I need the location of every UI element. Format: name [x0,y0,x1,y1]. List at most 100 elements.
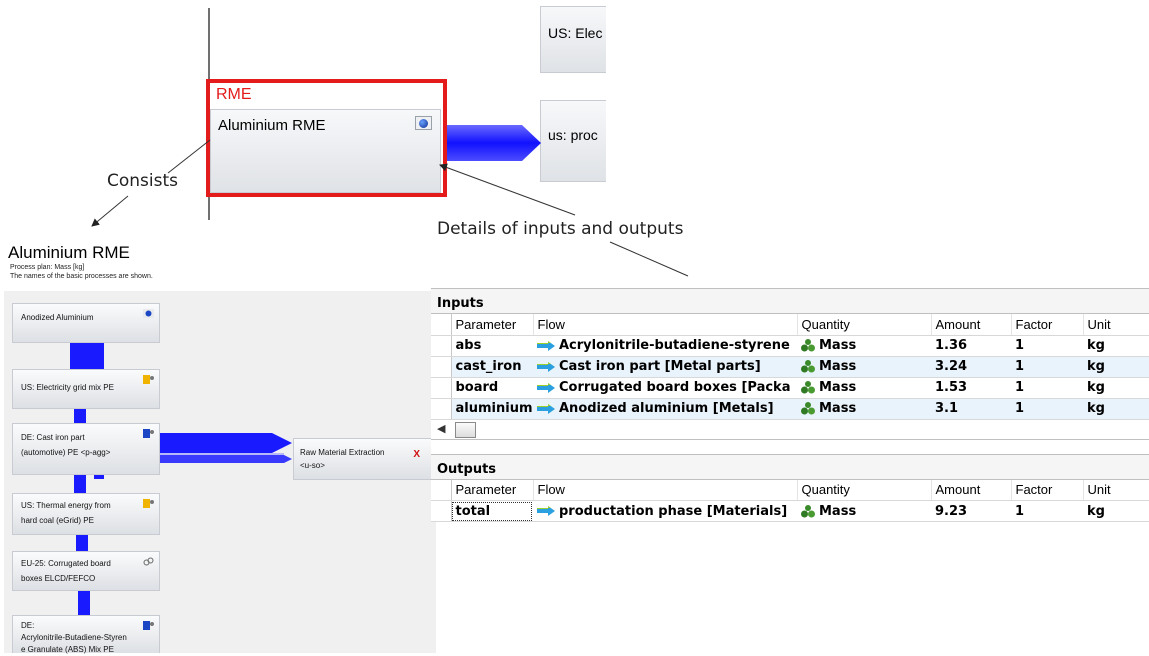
table-row[interactable]: abs Acrylonitrile-butadiene-styrene Mass… [431,335,1149,357]
unit-cell[interactable]: kg [1083,398,1149,420]
process-abs-granulate[interactable]: DE: Acrylonitrile-Butadiene-Styren e Gra… [12,615,160,654]
inputs-header: Inputs [431,288,1149,314]
process-corrugated-board[interactable]: EU-25: Corrugated board boxes ELCD/FEFCO [12,551,160,591]
plugin-icon [143,499,154,508]
table-header-row: Parameter Flow Quantity Amount Factor Un… [431,479,1149,501]
outputs-header: Outputs [431,453,1149,480]
plugin-icon [143,621,154,630]
quantity-cell[interactable]: Mass [797,500,931,522]
process-label: EU-25: Corrugated board [21,559,111,568]
process-anodized-aluminium[interactable]: Anodized Aluminium [12,303,160,343]
flow-cell[interactable]: Corrugated board boxes [Packa [533,377,797,399]
column-header[interactable]: Unit [1083,479,1149,501]
process-raw-material-extraction[interactable]: Raw Material Extraction <u-so> X [293,438,432,480]
process-label-2: boxes ELCD/FEFCO [21,574,96,583]
scroll-thumb[interactable] [455,421,476,438]
flow-arrow-icon [537,340,555,351]
column-header[interactable]: Parameter [451,479,534,501]
parameter-cell[interactable]: cast_iron [451,356,533,378]
close-icon[interactable]: X [413,448,420,461]
unit-cell[interactable]: kg [1083,356,1149,378]
process-label-2: <u-so> [300,461,325,470]
link-icon [143,557,154,566]
mass-icon [801,360,815,373]
table-row[interactable]: aluminium Anodized aluminium [Metals] Ma… [431,398,1149,420]
flow-name: Cast iron part [Metal parts] [559,359,761,374]
amount-cell[interactable]: 1.53 [931,377,1011,399]
quantity-name: Mass [819,338,857,353]
flow-bar [70,343,104,369]
scroll-left-icon[interactable]: ◀ [437,422,445,435]
quantity-name: Mass [819,359,857,374]
process-label: US: Thermal energy from [21,501,111,510]
quantity-cell[interactable]: Mass [797,335,931,357]
flow-cell[interactable]: Cast iron part [Metal parts] [533,356,797,378]
globe-icon [143,309,154,318]
flow-name: Corrugated board boxes [Packa [559,380,791,395]
column-header[interactable]: Unit [1083,314,1149,336]
parameter-cell[interactable]: total [451,500,533,522]
column-header[interactable]: Flow [533,314,798,336]
parameter-cell[interactable]: abs [451,335,533,357]
flow-bar [78,591,90,615]
factor-cell[interactable]: 1 [1011,500,1083,522]
process-label: Raw Material Extraction [300,448,385,457]
quantity-cell[interactable]: Mass [797,377,931,399]
column-header[interactable]: Quantity [797,479,932,501]
process-label-2: hard coal (eGrid) PE [21,516,94,525]
factor-cell[interactable]: 1 [1011,398,1083,420]
process-plan-canvas[interactable]: Anodized Aluminium US: Electricity grid … [4,291,436,654]
quantity-cell[interactable]: Mass [797,356,931,378]
column-header[interactable]: Factor [1011,479,1084,501]
process-label-2: Acrylonitrile-Butadiene-Styren [21,633,127,642]
quantity-cell[interactable]: Mass [797,398,931,420]
flow-arrow-icon [537,361,555,372]
horizontal-scrollbar[interactable]: ◀ [431,419,1149,440]
io-details-panel: Inputs Parameter Flow Quantity Amount Fa… [431,288,1149,522]
flow-bar [76,535,88,551]
factor-cell[interactable]: 1 [1011,356,1083,378]
flow-name: Anodized aluminium [Metals] [559,401,774,416]
plan-subtitle: Process plan: Mass [kg] [10,264,85,271]
process-label: DE: [21,621,35,630]
quantity-name: Mass [819,401,857,416]
column-header[interactable]: Amount [931,314,1012,336]
process-us-electricity-grid[interactable]: US: Electricity grid mix PE [12,369,160,409]
column-header[interactable]: Quantity [797,314,932,336]
amount-cell[interactable]: 3.24 [931,356,1011,378]
table-row[interactable]: cast_iron Cast iron part [Metal parts] M… [431,356,1149,378]
unit-cell[interactable]: kg [1083,500,1149,522]
inputs-table: Parameter Flow Quantity Amount Factor Un… [431,314,1149,420]
column-header[interactable]: Flow [533,479,798,501]
parameter-cell[interactable]: aluminium [451,398,533,420]
table-header-row: Parameter Flow Quantity Amount Factor Un… [431,314,1149,336]
flow-cell[interactable]: Acrylonitrile-butadiene-styrene [533,335,797,357]
unit-cell[interactable]: kg [1083,335,1149,357]
process-label-3: e Granulate (ABS) Mix PE [21,645,114,654]
flow-name: Acrylonitrile-butadiene-styrene [559,338,790,353]
flow-bar [74,475,86,493]
table-row[interactable]: total productation phase [Materials] Mas… [431,500,1149,522]
column-header[interactable]: Factor [1011,314,1084,336]
column-header[interactable]: Amount [931,479,1012,501]
flow-arrow-icon [537,382,555,393]
factor-cell[interactable]: 1 [1011,335,1083,357]
process-label-2: (automotive) PE <p-agg> [21,448,111,457]
plugin-icon [143,429,154,438]
amount-cell[interactable]: 9.23 [931,500,1011,522]
process-label: DE: Cast iron part [21,433,85,442]
table-row[interactable]: board Corrugated board boxes [Packa Mass… [431,377,1149,399]
flow-name: productation phase [Materials] [559,503,788,519]
factor-cell[interactable]: 1 [1011,377,1083,399]
flow-cell[interactable]: Anodized aluminium [Metals] [533,398,797,420]
flow-cell[interactable]: productation phase [Materials] [533,500,797,522]
column-header[interactable]: Parameter [451,314,534,336]
amount-cell[interactable]: 1.36 [931,335,1011,357]
process-us-thermal-energy[interactable]: US: Thermal energy from hard coal (eGrid… [12,493,160,535]
parameter-cell[interactable]: board [451,377,533,399]
amount-cell[interactable]: 3.1 [931,398,1011,420]
process-cast-iron-part[interactable]: DE: Cast iron part (automotive) PE <p-ag… [12,423,160,475]
unit-cell[interactable]: kg [1083,377,1149,399]
flow-bar [74,409,86,423]
plan-description: The names of the basic processes are sho… [10,273,153,280]
